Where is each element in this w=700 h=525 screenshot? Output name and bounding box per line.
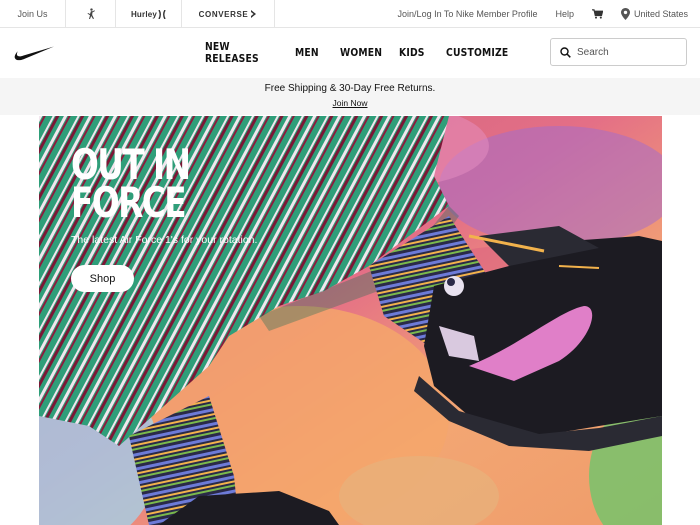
promo-banner: Free Shipping & 30-Day Free Returns. Joi… [0, 78, 700, 115]
location-selector[interactable]: United States [620, 8, 688, 20]
join-us-link[interactable]: Join Us [0, 0, 66, 28]
shop-button[interactable]: Shop [71, 265, 134, 292]
hurley-mark-icon [158, 9, 166, 19]
nike-swoosh-icon[interactable] [14, 45, 54, 61]
hero-subline: The latest Air Force 1's for your rotati… [71, 234, 258, 246]
country-label: United States [633, 9, 688, 19]
converse-logo-text: CONVERSE [198, 9, 249, 19]
search-placeholder: Search [577, 46, 609, 58]
hero-banner[interactable]: OUT IN FORCE The latest Air Force 1's fo… [39, 116, 662, 525]
nav-new-releases[interactable]: NEW RELEASES [205, 41, 284, 65]
help-link[interactable]: Help [555, 9, 574, 19]
hurley-logo-text: Hurley [130, 9, 158, 19]
utility-links: Join/Log In To Nike Member Profile Help … [380, 0, 688, 28]
main-nav: NEW RELEASES MEN WOMEN KIDS CUSTOMIZE Se… [0, 28, 700, 78]
hero-headline: OUT IN FORCE [71, 144, 274, 227]
cart-button[interactable] [591, 9, 603, 19]
nav-kids[interactable]: KIDS [399, 47, 440, 59]
hero-headline-line2: FORCE [71, 178, 187, 227]
member-login-link[interactable]: Join/Log In To Nike Member Profile [398, 9, 538, 19]
join-now-link[interactable]: Join Now [0, 98, 700, 108]
brand-switcher: Join Us Hurley CONVERSE [0, 0, 275, 28]
hurley-link[interactable]: Hurley [116, 0, 182, 28]
nav-women[interactable]: WOMEN [340, 47, 392, 59]
jumpman-icon [87, 8, 95, 19]
nav-men[interactable]: MEN [295, 47, 335, 59]
nav-customize[interactable]: CUSTOMIZE [446, 47, 508, 59]
search-input[interactable]: Search [550, 38, 687, 66]
utility-bar: Join Us Hurley CONVERSE Join/Log In To N… [0, 0, 700, 28]
location-pin-icon [620, 8, 630, 20]
nav-links: NEW RELEASES MEN WOMEN KIDS CUSTOMIZE [205, 28, 516, 78]
converse-link[interactable]: CONVERSE [182, 0, 275, 28]
promo-message: Free Shipping & 30-Day Free Returns. [264, 83, 436, 94]
converse-chevron-icon [251, 10, 257, 18]
search-icon [560, 46, 571, 58]
cart-icon [591, 9, 603, 19]
jordan-link[interactable] [66, 0, 116, 28]
